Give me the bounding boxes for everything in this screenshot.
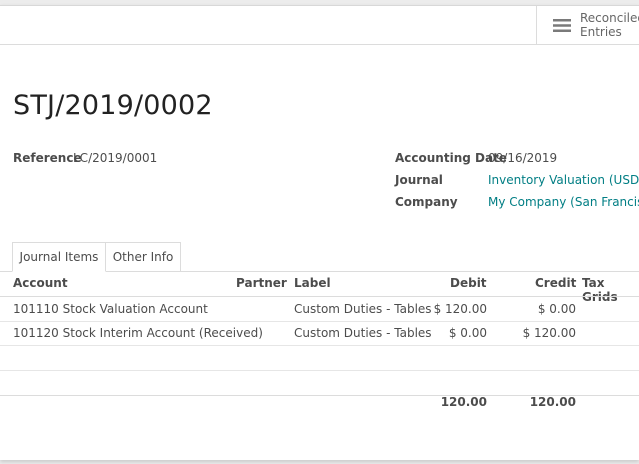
column-header-debit[interactable]: Debit [450, 276, 487, 290]
reference-label: Reference [13, 151, 82, 165]
reconciled-entries-label: Reconciled Entries [580, 11, 639, 39]
reference-value[interactable]: LC/2019/0001 [73, 151, 157, 165]
journal-label: Journal [395, 173, 443, 187]
empty-row [0, 371, 639, 396]
row-account: 101120 Stock Interim Account (Received) [13, 326, 263, 340]
reconciled-entries-button[interactable]: Reconciled Entries [536, 6, 639, 44]
row-credit: $ 0.00 [537, 302, 576, 316]
accounting-date-value[interactable]: 09/16/2019 [488, 151, 557, 165]
form-sheet: Reconciled Entries STJ/2019/0002 Referen… [0, 5, 639, 460]
company-link[interactable]: My Company (San Francisco) [488, 195, 639, 209]
column-header-credit[interactable]: Credit [535, 276, 576, 290]
column-header-label[interactable]: Label [294, 276, 331, 290]
notebook-tabs: Journal Items Other Info [0, 242, 639, 272]
list-icon [553, 18, 571, 32]
row-debit: $ 120.00 [433, 302, 487, 316]
table-row[interactable]: 101110 Stock Valuation Account Custom Du… [0, 296, 639, 322]
reconciled-label-line2: Entries [580, 25, 622, 39]
tab-journal-items[interactable]: Journal Items [12, 242, 106, 272]
row-debit: $ 0.00 [448, 326, 487, 340]
page-title: STJ/2019/0002 [13, 90, 213, 121]
table-row[interactable]: 101120 Stock Interim Account (Received) … [0, 321, 639, 346]
column-header-account[interactable]: Account [13, 276, 68, 290]
reconciled-label-line1: Reconciled [580, 11, 639, 25]
row-credit: $ 120.00 [522, 326, 576, 340]
button-box: Reconciled Entries [0, 6, 639, 45]
company-label: Company [395, 195, 458, 209]
column-header-partner[interactable]: Partner [236, 276, 287, 290]
tab-other-info[interactable]: Other Info [106, 242, 181, 271]
total-credit: 120.00 [529, 395, 576, 409]
journal-link[interactable]: Inventory Valuation (USD) [488, 173, 639, 187]
empty-row [0, 346, 639, 371]
total-debit: 120.00 [440, 395, 487, 409]
row-account: 101110 Stock Valuation Account [13, 302, 208, 316]
